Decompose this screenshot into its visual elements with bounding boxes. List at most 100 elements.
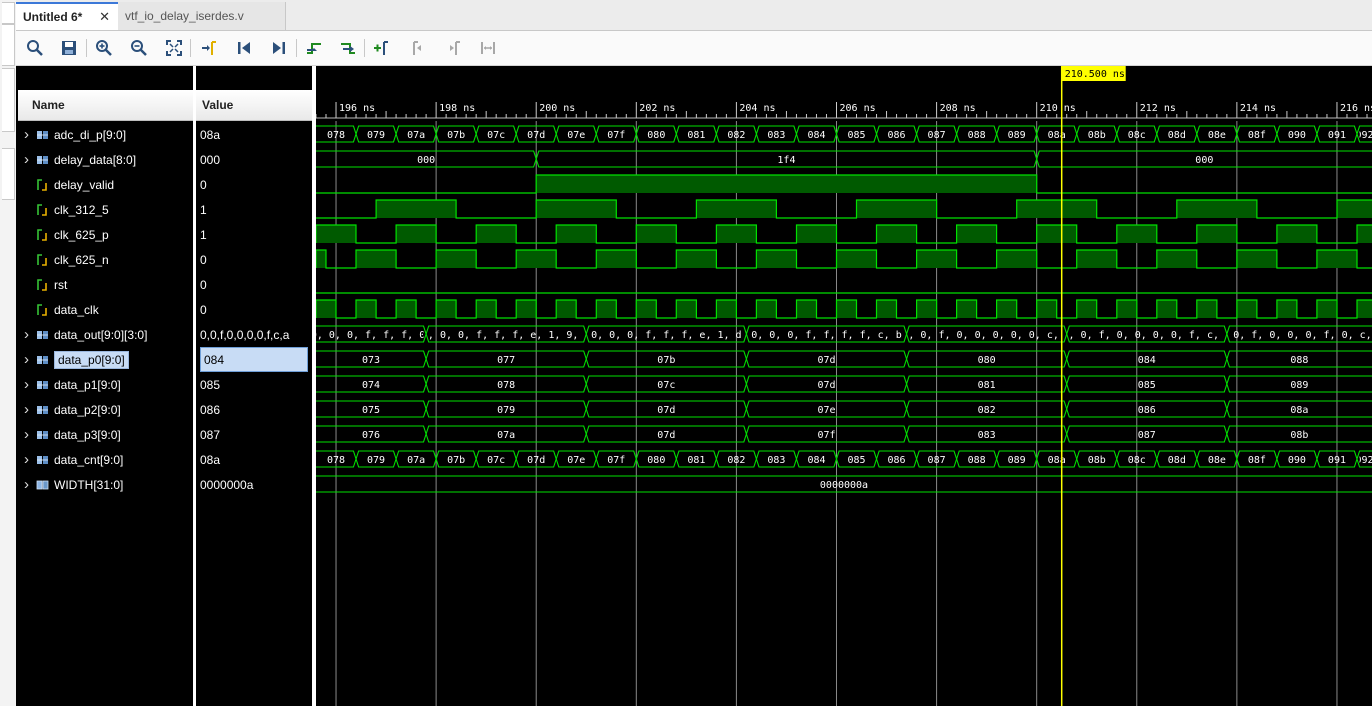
signal-name: clk_312_5 bbox=[54, 202, 109, 217]
bus-value: 082 bbox=[978, 405, 996, 416]
bus-value: 000 bbox=[417, 155, 435, 166]
bus-value: 08f bbox=[1248, 130, 1266, 141]
signal-value-data-p0-9-0[interactable]: 084 bbox=[200, 347, 308, 372]
high-level bbox=[1316, 300, 1337, 318]
signal-row-data-p3-9-0[interactable]: › data_p3[9:0] bbox=[16, 422, 121, 447]
signal-row-width-31-0[interactable]: › WIDTH[31:0] bbox=[16, 472, 123, 497]
high-level bbox=[1016, 200, 1097, 218]
signal-row-data-cnt-9-0[interactable]: › data_cnt[9:0] bbox=[16, 447, 123, 472]
signal-name: data_clk bbox=[54, 302, 99, 317]
signal-row-rst[interactable]: rst bbox=[16, 272, 67, 297]
zoom-in-icon[interactable] bbox=[93, 37, 115, 59]
signal-value-data-p1-9-0[interactable]: 085 bbox=[200, 372, 220, 397]
toolbar-separator bbox=[86, 39, 87, 57]
go-to-start-icon[interactable] bbox=[233, 37, 255, 59]
high-level bbox=[476, 300, 497, 318]
zoom-out-icon[interactable] bbox=[128, 37, 150, 59]
name-column-header[interactable]: Name bbox=[18, 90, 194, 121]
go-to-cursor-icon[interactable] bbox=[198, 37, 220, 59]
waveform-svg[interactable]: 196 ns 198 ns 200 ns 202 ns 204 ns 206 ns 208 … bbox=[316, 66, 1372, 706]
value-column-header[interactable]: Value bbox=[196, 90, 312, 121]
chevron-right-icon[interactable]: › bbox=[24, 151, 36, 168]
save-icon[interactable] bbox=[58, 37, 80, 59]
next-marker-icon[interactable] bbox=[442, 37, 464, 59]
signal-row-adc-di-p-9-0[interactable]: › adc_di_p[9:0] bbox=[16, 122, 126, 147]
next-transition-icon[interactable] bbox=[337, 37, 359, 59]
chevron-right-icon[interactable]: › bbox=[24, 376, 36, 393]
signal-value-data-p2-9-0[interactable]: 086 bbox=[200, 397, 220, 422]
signal-value-clk-625-n[interactable]: 0 bbox=[200, 247, 207, 272]
signal-row-data-out-9-0-3-0[interactable]: › data_out[9:0][3:0] bbox=[16, 322, 147, 347]
signal-name: data_p3[9:0] bbox=[54, 427, 121, 442]
ruler-label: 202 ns bbox=[639, 103, 675, 114]
bus-icon bbox=[36, 379, 54, 391]
waveform-canvas[interactable]: 196 ns 198 ns 200 ns 202 ns 204 ns 206 ns 208 … bbox=[316, 66, 1372, 706]
previous-marker-icon[interactable] bbox=[407, 37, 429, 59]
signal-value-data-out-9-0-3-0[interactable]: 0,0,f,0,0,0,0,f,c,a bbox=[200, 322, 289, 347]
tab-vtf-io-delay-iserdes[interactable]: vtf_io_delay_iserdes.v bbox=[118, 2, 286, 30]
bus-value: 07b bbox=[447, 130, 465, 141]
previous-transition-icon[interactable] bbox=[303, 37, 325, 59]
signal-value-adc-di-p-9-0[interactable]: 08a bbox=[200, 122, 220, 147]
signal-value-delay-valid[interactable]: 0 bbox=[200, 172, 207, 197]
bus-value: 0, 0, f, 0, 0, 0, f, 0, c, a bbox=[1215, 330, 1372, 341]
high-level bbox=[1116, 300, 1137, 318]
bus-value: 0, 0, 0, f, f, f, e, 1, d bbox=[591, 330, 742, 341]
signal-row-delay-data-8-0[interactable]: › delay_data[8:0] bbox=[16, 147, 136, 172]
signal-value-width-31-0[interactable]: 0000000a bbox=[200, 472, 253, 497]
high-level bbox=[1356, 300, 1372, 318]
go-to-end-icon[interactable] bbox=[268, 37, 290, 59]
high-level bbox=[1176, 200, 1257, 218]
bus-value: 088 bbox=[968, 130, 986, 141]
collapsed-panel-tab[interactable] bbox=[2, 68, 15, 132]
search-icon[interactable] bbox=[24, 37, 46, 59]
signal-value-clk-625-p[interactable]: 1 bbox=[200, 222, 207, 247]
high-level bbox=[1076, 250, 1117, 268]
chevron-right-icon[interactable]: › bbox=[24, 126, 36, 143]
toolbar-separator bbox=[190, 39, 191, 57]
signal-value-delay-data-8-0[interactable]: 000 bbox=[200, 147, 220, 172]
collapsed-panel-tab[interactable] bbox=[2, 2, 15, 24]
signal-value-data-p3-9-0[interactable]: 087 bbox=[200, 422, 220, 447]
bus-value: 085 bbox=[1138, 380, 1156, 391]
signal-row-delay-valid[interactable]: delay_valid bbox=[16, 172, 114, 197]
signal-row-clk-625-n[interactable]: clk_625_n bbox=[16, 247, 109, 272]
swap-cursors-icon[interactable] bbox=[477, 37, 499, 59]
chevron-right-icon[interactable]: › bbox=[24, 326, 36, 343]
signal-value-data-cnt-9-0[interactable]: 08a bbox=[200, 447, 220, 472]
signal-name: data_p0[9:0] bbox=[54, 350, 129, 369]
bus-value: 073 bbox=[362, 355, 380, 366]
chevron-right-icon[interactable]: › bbox=[24, 351, 36, 368]
bus-value: 079 bbox=[367, 455, 385, 466]
tab-untitled-6[interactable]: Untitled 6* ✕ bbox=[16, 2, 118, 30]
collapsed-panel-tab[interactable] bbox=[2, 148, 15, 200]
bit-signal-icon bbox=[36, 228, 54, 242]
tab-label: Untitled 6* bbox=[23, 10, 83, 24]
bus-value: 07b bbox=[447, 455, 465, 466]
bus-value: 08d bbox=[1168, 130, 1186, 141]
bus-value: 078 bbox=[497, 380, 515, 391]
bus-value: 084 bbox=[807, 130, 825, 141]
signal-value-data-clk[interactable]: 0 bbox=[200, 297, 207, 322]
add-marker-icon[interactable] bbox=[371, 37, 393, 59]
chevron-right-icon[interactable]: › bbox=[24, 476, 36, 493]
bus-value: 0, 0, 0, f, f, f, e, 1, 9, 5 bbox=[422, 330, 591, 341]
chevron-right-icon[interactable]: › bbox=[24, 401, 36, 418]
signal-row-clk-312-5[interactable]: clk_312_5 bbox=[16, 197, 109, 222]
signal-row-clk-625-p[interactable]: clk_625_p bbox=[16, 222, 109, 247]
signal-row-data-p1-9-0[interactable]: › data_p1[9:0] bbox=[16, 372, 121, 397]
bus-value: 08a bbox=[1290, 405, 1308, 416]
zoom-fit-icon[interactable] bbox=[163, 37, 185, 59]
bus-value: 084 bbox=[1138, 355, 1156, 366]
signal-row-data-clk[interactable]: data_clk bbox=[16, 297, 99, 322]
chevron-right-icon[interactable]: › bbox=[24, 451, 36, 468]
signal-row-data-p0-9-0[interactable]: › data_p0[9:0] bbox=[16, 347, 129, 372]
signal-row-data-p2-9-0[interactable]: › data_p2[9:0] bbox=[16, 397, 121, 422]
bus-value: 08a bbox=[1048, 130, 1066, 141]
signal-value-clk-312-5[interactable]: 1 bbox=[200, 197, 207, 222]
signal-value-rst[interactable]: 0 bbox=[200, 272, 207, 297]
collapsed-panel-tab[interactable] bbox=[2, 24, 15, 66]
chevron-right-icon[interactable]: › bbox=[24, 426, 36, 443]
close-icon[interactable]: ✕ bbox=[99, 9, 110, 25]
high-level bbox=[1236, 250, 1277, 268]
